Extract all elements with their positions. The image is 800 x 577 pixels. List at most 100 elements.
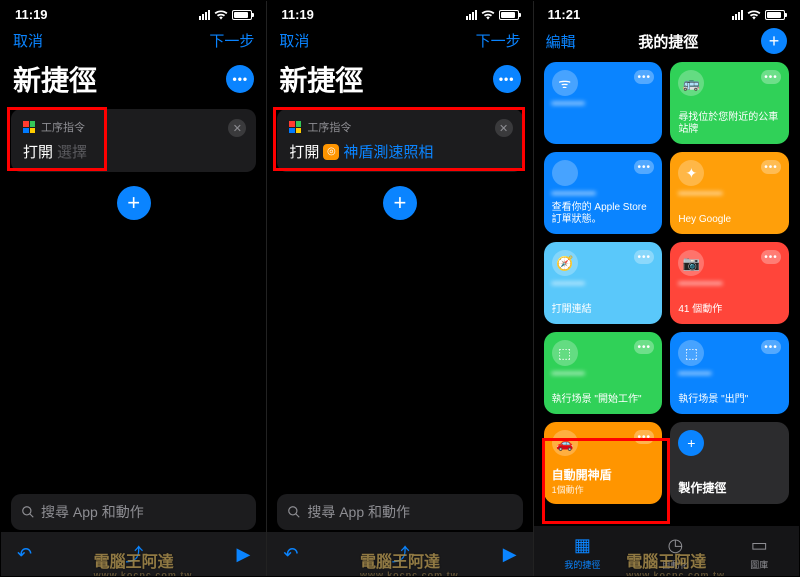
cancel-button[interactable]: 取消 (13, 30, 43, 51)
tile-more-icon[interactable]: ••• (761, 70, 781, 84)
bus-icon: 🚌 (678, 70, 704, 96)
edit-button[interactable]: 編輯 (546, 31, 576, 52)
tile-more-icon[interactable]: ••• (634, 430, 654, 444)
next-button[interactable]: 下一步 (209, 30, 254, 51)
card-header-label: 工序指令 (307, 119, 351, 135)
wifi-icon (481, 10, 495, 20)
tile-more-icon[interactable]: ••• (761, 340, 781, 354)
shortcut-tile[interactable]: •••▬▬▬▬查看你的 Apple Store 訂單狀態。 (544, 152, 663, 234)
add-shortcut-button[interactable]: + (761, 28, 787, 54)
shortcut-tile[interactable]: 🚌•••尋找位於您附近的公車站牌 (670, 62, 789, 144)
shortcut-tile[interactable]: ⬚•••▬▬▬執行场景 "開始工作" (544, 332, 663, 414)
search-bar[interactable]: 搜尋 App 和動作 (11, 494, 256, 530)
add-action-button[interactable]: + (383, 186, 417, 220)
search-icon (21, 505, 35, 519)
clock-icon: ◷ (667, 535, 683, 556)
select-placeholder[interactable]: 選擇 (57, 141, 87, 162)
tab-automation[interactable]: ◷自動化 (662, 535, 689, 571)
page-title: 新捷徑 (13, 59, 97, 99)
open-label: 打開 (289, 141, 319, 162)
scripting-icon (289, 121, 301, 133)
add-action-button[interactable]: + (117, 186, 151, 220)
shortcut-tile[interactable]: ⬚•••▬▬▬執行场景 "出門" (670, 332, 789, 414)
tile-more-icon[interactable]: ••• (634, 340, 654, 354)
battery-icon (765, 10, 785, 20)
scripting-icon (23, 121, 35, 133)
open-label: 打開 (23, 141, 53, 162)
share-icon[interactable]: ⤴ (392, 541, 410, 567)
tile-more-icon[interactable]: ••• (761, 250, 781, 264)
nav-bar: 編輯 我的捷徑 + (534, 24, 799, 62)
card-header: 工序指令 (23, 119, 244, 135)
shortcut-tile-car[interactable]: 🚗•••自動開神盾1個動作 (544, 422, 663, 504)
cellular-icon (199, 10, 210, 20)
status-indicators (466, 10, 519, 20)
play-icon[interactable]: ▶ (503, 544, 517, 565)
undo-icon[interactable]: ↶ (17, 544, 32, 565)
status-time: 11:21 (548, 7, 581, 22)
status-time: 11:19 (281, 7, 314, 22)
remove-action-button[interactable]: ✕ (495, 119, 513, 137)
bottom-toolbar: ↶ ⤴ ▶ (267, 532, 532, 576)
title-row: 新捷徑 ••• (1, 57, 266, 109)
card-body: 打開 ◎ 神盾測速照相 (289, 141, 510, 162)
wifi-icon (214, 10, 228, 20)
nav-bar: 取消 下一步 (1, 24, 266, 57)
search-bar[interactable]: 搜尋 App 和動作 (277, 494, 522, 530)
title-row: 新捷徑 ••• (267, 57, 532, 109)
phone-panel-middle: 11:19 取消 下一步 新捷徑 ••• 工序指令 打開 ◎ 神盾測速照相 ✕ … (266, 1, 532, 576)
mi-icon: ⬚ (678, 340, 704, 366)
share-icon[interactable]: ⤴ (125, 541, 143, 567)
phone-panel-left: 11:19 取消 下一步 新捷徑 ••• 工序指令 打開 選擇 ✕ + 搜尋 A… (1, 1, 266, 576)
apple-icon (552, 160, 578, 186)
undo-icon[interactable]: ↶ (283, 544, 298, 565)
safari-icon: 🧭 (552, 250, 578, 276)
sparkle-icon: ✦ (678, 160, 704, 186)
status-bar: 11:21 (534, 1, 799, 24)
make-shortcut-tile[interactable]: +製作捷徑 (670, 422, 789, 504)
wifi-icon (747, 10, 761, 20)
tab-shortcuts[interactable]: ▦我的捷徑 (564, 535, 600, 571)
card-header: 工序指令 (289, 119, 510, 135)
camera-icon: 📷 (678, 250, 704, 276)
app-icon: ◎ (323, 144, 339, 160)
card-body: 打開 選擇 (23, 141, 244, 162)
mi-icon: ⬚ (552, 340, 578, 366)
tab-bar: ▦我的捷徑 ◷自動化 ▭圖庫 (534, 526, 799, 576)
shortcut-tile[interactable]: ᯤ•••▬▬▬ (544, 62, 663, 144)
card-header-label: 工序指令 (41, 119, 85, 135)
phone-panel-right: 11:21 編輯 我的捷徑 + ᯤ•••▬▬▬ 🚌•••尋找位於您附近的公車站牌… (533, 1, 799, 576)
page-title: 新捷徑 (279, 59, 363, 99)
battery-icon (232, 10, 252, 20)
shortcut-tile[interactable]: 📷•••▬▬▬▬41 個動作 (670, 242, 789, 324)
cancel-button[interactable]: 取消 (279, 30, 309, 51)
next-button[interactable]: 下一步 (476, 30, 521, 51)
status-bar: 11:19 (267, 1, 532, 24)
status-indicators (732, 10, 785, 20)
play-icon[interactable]: ▶ (236, 544, 250, 565)
more-button[interactable]: ••• (493, 65, 521, 93)
nav-bar: 取消 下一步 (267, 24, 532, 57)
selected-app[interactable]: 神盾測速照相 (343, 141, 433, 162)
battery-icon (499, 10, 519, 20)
bottom-toolbar: ↶ ⤴ ▶ (1, 532, 266, 576)
action-card[interactable]: 工序指令 打開 ◎ 神盾測速照相 ✕ (277, 109, 522, 172)
status-indicators (199, 10, 252, 20)
wifi-icon: ᯤ (552, 70, 578, 96)
shortcut-tile[interactable]: ✦•••▬▬▬▬Hey Google (670, 152, 789, 234)
status-time: 11:19 (15, 7, 48, 22)
more-button[interactable]: ••• (226, 65, 254, 93)
shortcut-tile[interactable]: 🧭•••▬▬▬打開連結 (544, 242, 663, 324)
tile-more-icon[interactable]: ••• (634, 160, 654, 174)
tab-gallery[interactable]: ▭圖庫 (750, 535, 768, 571)
page-title: 我的捷徑 (638, 31, 698, 52)
grid-icon: ▦ (574, 535, 591, 556)
action-card[interactable]: 工序指令 打開 選擇 ✕ (11, 109, 256, 172)
status-bar: 11:19 (1, 1, 266, 24)
tile-more-icon[interactable]: ••• (761, 160, 781, 174)
tile-more-icon[interactable]: ••• (634, 70, 654, 84)
plus-icon: + (678, 430, 704, 456)
car-icon: 🚗 (552, 430, 578, 456)
tile-more-icon[interactable]: ••• (634, 250, 654, 264)
search-placeholder: 搜尋 App 和動作 (41, 502, 144, 522)
